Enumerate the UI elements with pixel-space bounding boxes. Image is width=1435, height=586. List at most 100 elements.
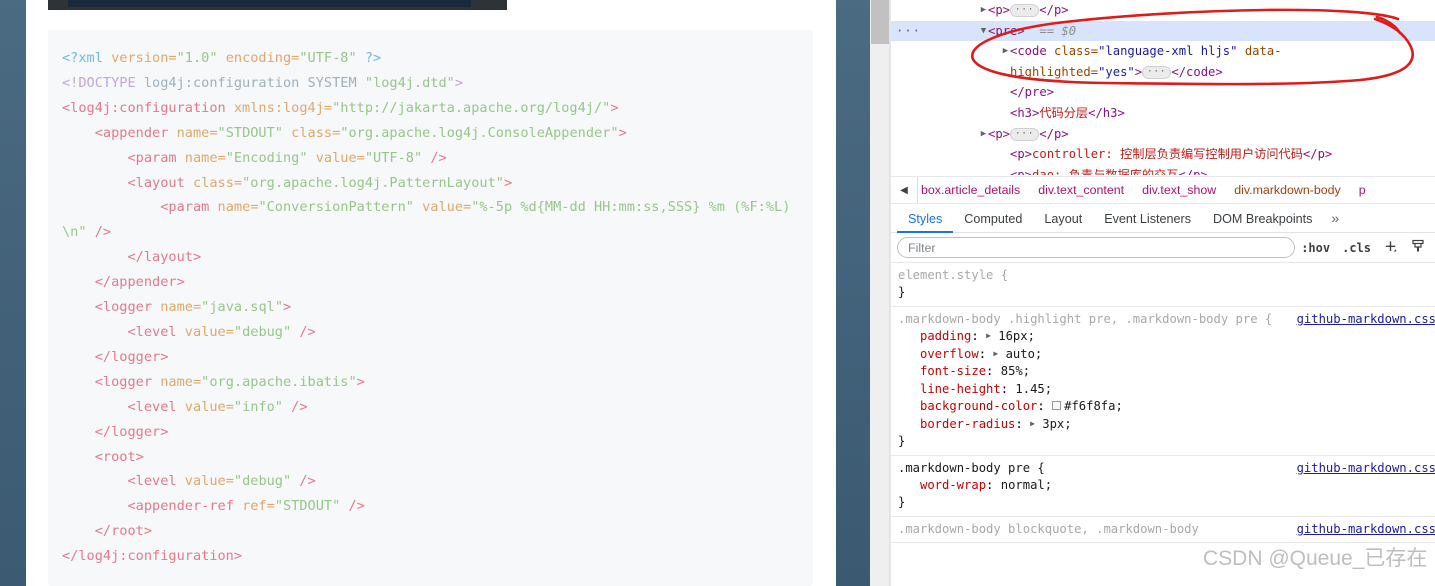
code-token-meta: ?>	[356, 50, 382, 66]
style-declaration[interactable]: background-color: #f6f8fa;	[898, 398, 1430, 415]
declaration-value[interactable]: #f6f8fa;	[1064, 399, 1123, 413]
code-token-attr: value=	[307, 149, 365, 166]
code-token-tag: <level	[127, 323, 185, 340]
expand-shorthand-icon[interactable]: ▶	[1030, 415, 1035, 432]
declaration-value[interactable]: 85%;	[1001, 364, 1030, 378]
declaration-value[interactable]: 1.45;	[1015, 382, 1052, 396]
code-token-ind	[62, 249, 127, 265]
style-rule[interactable]: .markdown-body pre {github-markdown.css w…	[891, 456, 1435, 517]
style-rule-source-link[interactable]: github-markdown.css	[1297, 460, 1435, 477]
code-token-ind	[62, 473, 127, 489]
chevron-right-icon[interactable]: ▶	[979, 124, 988, 145]
color-swatch[interactable]	[1052, 401, 1062, 411]
page-scrollbar-thumb[interactable]	[871, 0, 889, 44]
styles-rules-list[interactable]: element.style {} .markdown-body .highligh…	[891, 263, 1435, 586]
dom-tree-row[interactable]: ▶ <p> ··· </p>	[891, 0, 1435, 21]
declaration-property[interactable]: overflow	[920, 347, 979, 361]
code-token-tag: <param	[160, 199, 218, 216]
new-style-rule-icon[interactable]	[1377, 239, 1404, 256]
tab-layout[interactable]: Layout	[1033, 204, 1093, 233]
declaration-value[interactable]: 16px;	[998, 329, 1035, 343]
code-token-plain: log4j:configuration SYSTEM	[143, 74, 365, 91]
style-declaration[interactable]: overflow: ▶ auto;	[898, 346, 1430, 364]
expand-ellipsis-icon[interactable]: ···	[1010, 127, 1040, 141]
expand-ellipsis-icon[interactable]: ···	[1010, 4, 1040, 17]
dom-tree-row[interactable]: <p>dao: 负责与数据库的交互</p>	[891, 165, 1435, 175]
code-token-tag: >	[610, 99, 619, 116]
code-token-tag: />	[422, 149, 447, 166]
declaration-value[interactable]: auto;	[1006, 347, 1043, 361]
dom-tree-row[interactable]: <p>controller: 控制层负责编写控制用户访问代码</p>	[891, 144, 1435, 165]
style-declaration[interactable]: border-radius: ▶ 3px;	[898, 416, 1430, 434]
devtools-tab-bar[interactable]: Styles Computed Layout Event Listeners DOM B…	[891, 204, 1435, 233]
cls-toggle-button[interactable]: .cls	[1336, 241, 1377, 255]
styles-filter-input[interactable]	[897, 237, 1296, 258]
dom-tree-row[interactable]: highlighted="yes"> ··· </code>	[891, 62, 1435, 83]
code-token-str: "debug"	[233, 323, 292, 340]
hov-toggle-button[interactable]: :hov	[1295, 241, 1336, 255]
declaration-property[interactable]: line-height	[920, 382, 1001, 396]
dom-token-tag: <code	[1010, 44, 1055, 59]
style-rule[interactable]: .markdown-body .highlight pre, .markdown…	[891, 307, 1435, 456]
code-token-ind	[62, 399, 127, 415]
dom-token-val: "yes"	[1098, 64, 1135, 79]
print-style-icon[interactable]	[1404, 238, 1430, 257]
breadcrumb-item[interactable]: div.text_content	[1029, 183, 1133, 197]
code-line: <param name="Encoding" value="UTF-8" />	[62, 146, 799, 171]
dom-tree-row[interactable]: ··· ▼ <pre> == $0	[891, 20, 1435, 42]
chevron-right-icon[interactable]: ▶	[1001, 41, 1010, 62]
dom-tree-row[interactable]: <h3>代码分层</h3>	[891, 103, 1435, 124]
code-token-tag: </logger>	[94, 423, 169, 440]
declaration-property[interactable]: padding	[920, 329, 971, 343]
chevron-down-icon[interactable]: ▼	[979, 21, 988, 42]
dom-token-tag: <h3>	[1010, 105, 1040, 120]
tab-styles[interactable]: Styles	[897, 204, 953, 233]
style-rule-source-link[interactable]: github-markdown.css	[1297, 311, 1435, 328]
code-token-ind	[62, 374, 95, 390]
style-declaration[interactable]: word-wrap: normal;	[898, 477, 1430, 494]
dom-tree-row[interactable]: </pre>	[891, 82, 1435, 103]
breadcrumb-item[interactable]: p	[1350, 183, 1375, 197]
dom-tree-view[interactable]: ▶ <p> ··· </p> ··· ▼ <pre> == $0 ▶ <code class="…	[891, 0, 1435, 175]
declaration-property[interactable]: background-color	[920, 399, 1037, 413]
breadcrumb-item[interactable]: div.text_show	[1133, 183, 1225, 197]
style-declaration[interactable]: font-size: 85%;	[898, 363, 1430, 380]
code-token-str: "java.sql"	[201, 299, 283, 316]
style-rule-selector[interactable]: element.style {	[898, 267, 1430, 284]
style-rule-source-link[interactable]: github-markdown.css	[1297, 521, 1435, 538]
chevron-right-icon[interactable]: ▶	[979, 0, 988, 21]
code-line: </log4j:configuration>	[62, 544, 799, 569]
dom-tree-row[interactable]: ▶ <p> ··· </p>	[891, 124, 1435, 145]
dom-tree-row[interactable]: ▶ <code class="language-xml hljs" data-	[891, 41, 1435, 62]
tab-computed[interactable]: Computed	[953, 204, 1033, 233]
tab-overflow-icon[interactable]: »	[1323, 204, 1347, 233]
expand-shorthand-icon[interactable]: ▶	[993, 345, 998, 362]
expand-ellipsis-icon[interactable]: ···	[1142, 65, 1172, 79]
style-declaration[interactable]: line-height: 1.45;	[898, 381, 1430, 398]
declaration-property[interactable]: word-wrap	[920, 478, 986, 492]
code-line: </appender>	[62, 270, 799, 295]
code-token-tag: </logger>	[94, 348, 169, 365]
declaration-property[interactable]: border-radius	[920, 417, 1015, 431]
style-declaration[interactable]: padding: ▶ 16px;	[898, 328, 1430, 346]
code-token-tag: <log4j:configuration	[62, 99, 234, 116]
page-scrollbar-track[interactable]	[870, 0, 890, 586]
expand-shorthand-icon[interactable]: ▶	[986, 327, 991, 344]
declaration-property[interactable]: font-size	[920, 364, 986, 378]
code-line: <level value="info" />	[62, 395, 799, 420]
code-token-str: "info"	[233, 398, 283, 415]
breadcrumb-item[interactable]: box.article_details	[912, 183, 1029, 197]
code-token-str: "org.apache.ibatis"	[201, 373, 357, 390]
tab-event-listeners[interactable]: Event Listeners	[1093, 204, 1202, 233]
declaration-value[interactable]: 3px;	[1042, 417, 1071, 431]
tab-dom-breakpoints[interactable]: DOM Breakpoints	[1202, 204, 1323, 233]
declaration-value[interactable]: normal;	[1001, 478, 1052, 492]
breadcrumb[interactable]: ◀ box.article_details div.text_content div…	[891, 176, 1435, 204]
style-rule[interactable]: .markdown-body blockquote, .markdown-bod…	[891, 517, 1435, 544]
code-token-tag: >	[503, 174, 513, 191]
styles-filter-row: :hov .cls	[891, 233, 1435, 263]
breadcrumb-item[interactable]: div.markdown-body	[1225, 183, 1350, 197]
caret-placeholder	[1001, 83, 1010, 104]
code-token-str: "debug"	[233, 473, 292, 490]
style-rule[interactable]: element.style {}	[891, 263, 1435, 307]
